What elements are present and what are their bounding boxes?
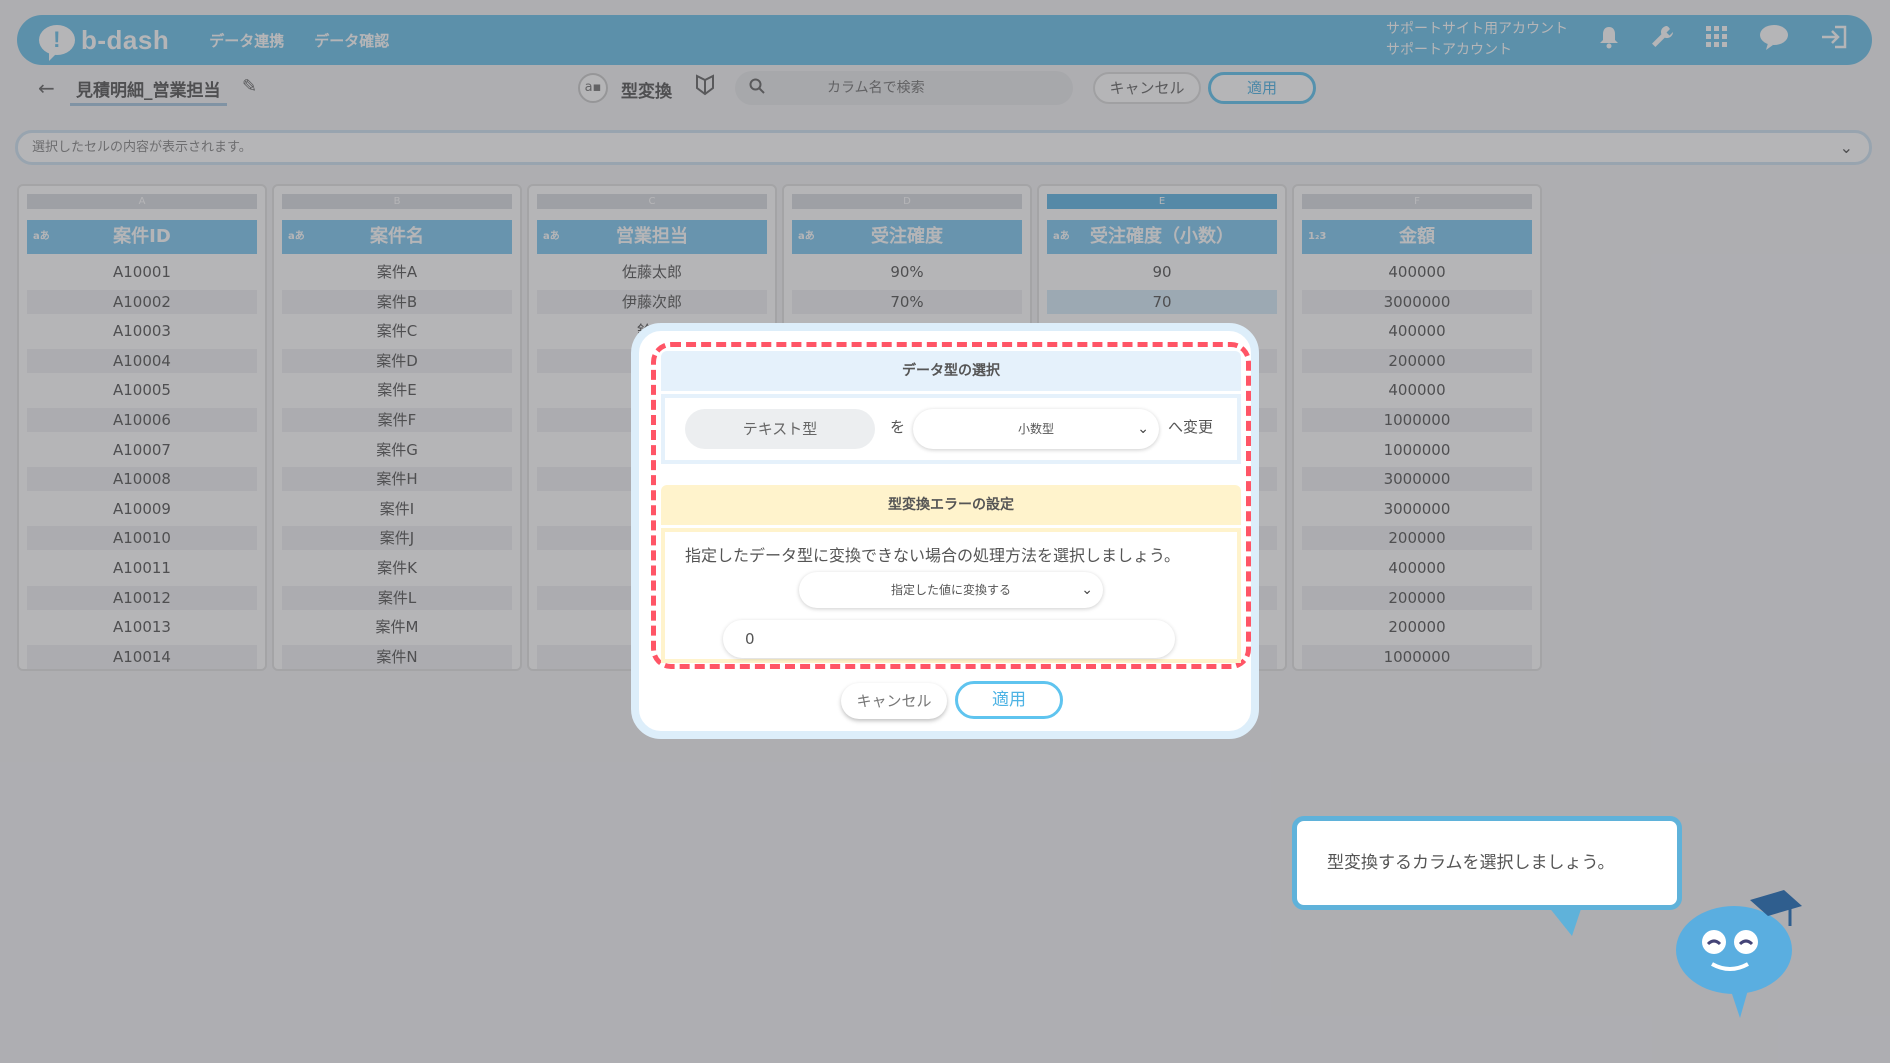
error-instruction: 指定したデータ型に変換できない場合の処理方法を選択しましょう。 xyxy=(685,546,1181,565)
data-type-section: テキスト型 を 小数型 ⌄ へ変更 xyxy=(661,394,1241,464)
error-value-input[interactable]: 0 xyxy=(723,620,1175,658)
error-mode-value: 指定した値に変換する xyxy=(890,583,1011,597)
guide-tooltip: 型変換するカラムを選択しましょう。 xyxy=(1292,816,1682,910)
error-section-title: 型変換エラーの設定 xyxy=(661,485,1241,525)
tooltip-tail xyxy=(1548,906,1582,936)
chevron-down-icon: ⌄ xyxy=(1081,582,1093,598)
mascot-icon xyxy=(1672,880,1808,1020)
particle-he: へ変更 xyxy=(1168,418,1214,436)
to-type-select[interactable]: 小数型 ⌄ xyxy=(913,409,1159,449)
chevron-down-icon: ⌄ xyxy=(1137,421,1149,437)
dialog-apply-button[interactable]: 適用 xyxy=(955,681,1063,719)
type-convert-dialog: データ型の選択 テキスト型 を 小数型 ⌄ へ変更 型変換エラーの設定 指定した… xyxy=(631,323,1259,739)
to-type-value: 小数型 xyxy=(1017,422,1054,436)
data-type-section-title: データ型の選択 xyxy=(661,351,1241,391)
guide-tooltip-text: 型変換するカラムを選択しましょう。 xyxy=(1327,853,1615,873)
error-mode-select[interactable]: 指定した値に変換する ⌄ xyxy=(799,572,1103,608)
from-type-pill: テキスト型 xyxy=(685,409,875,449)
error-section: 指定したデータ型に変換できない場合の処理方法を選択しましょう。 指定した値に変換… xyxy=(661,528,1241,663)
dialog-cancel-button[interactable]: キャンセル xyxy=(841,683,947,719)
particle-wo: を xyxy=(890,418,906,436)
